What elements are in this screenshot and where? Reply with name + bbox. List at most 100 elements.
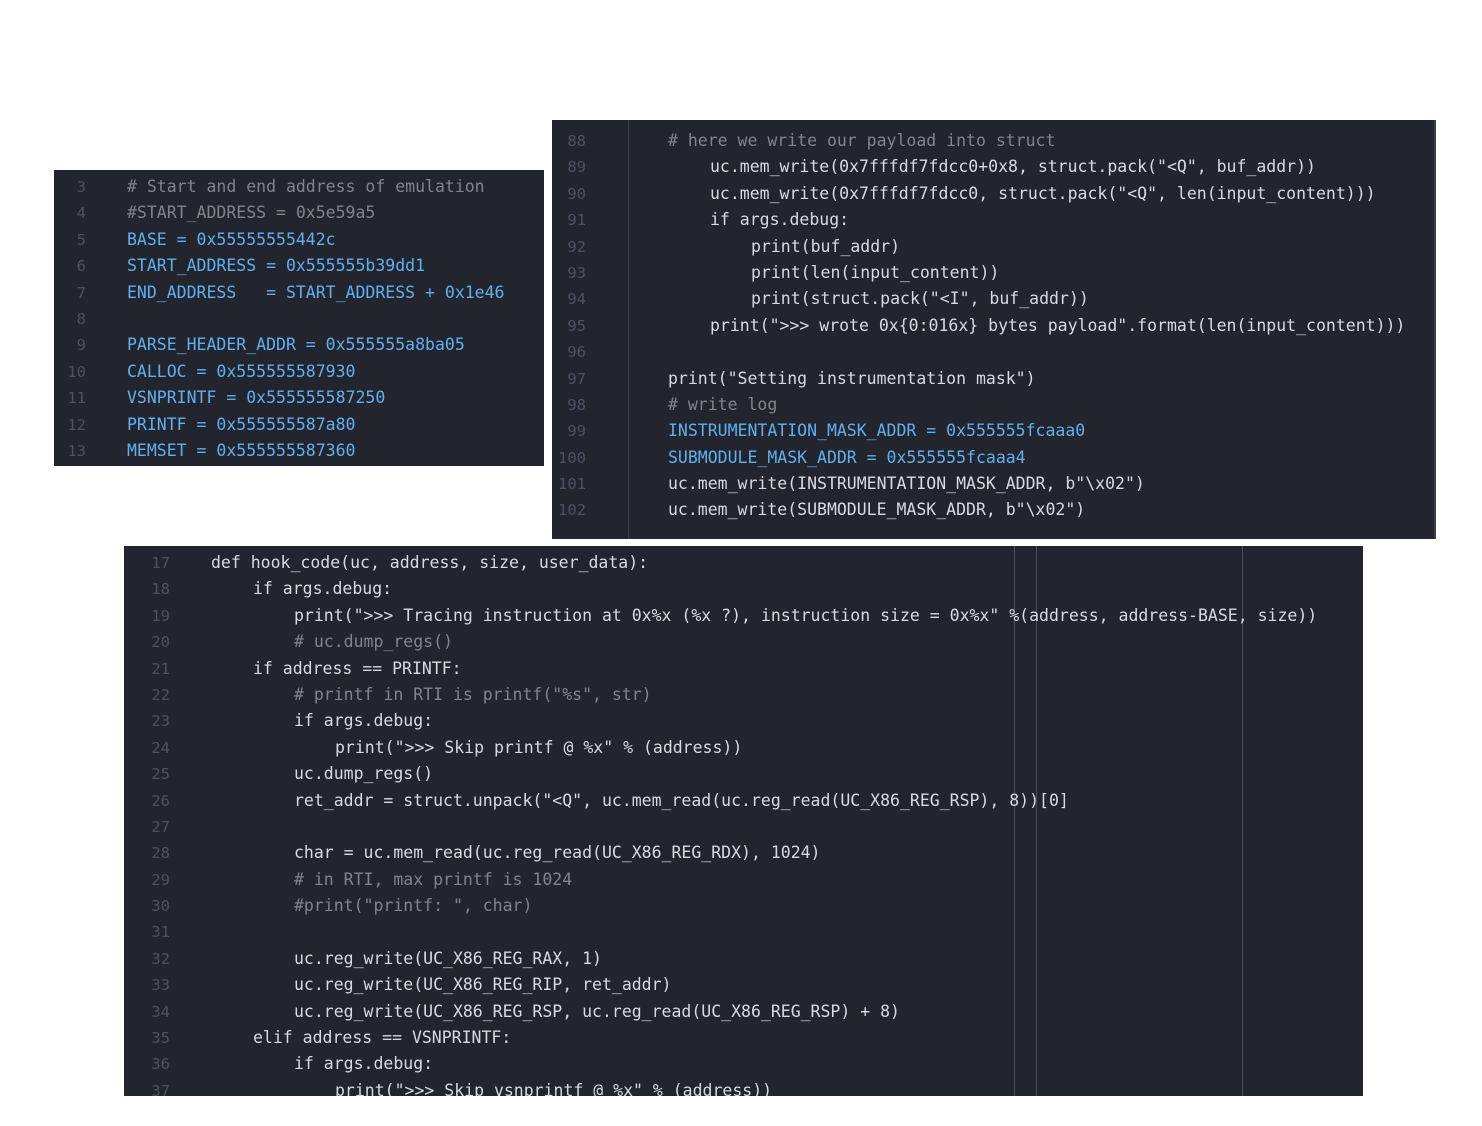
code-line: 30 #print("printf: ", char) xyxy=(124,893,1363,919)
code-line: 5 BASE = 0x55555555442c xyxy=(54,227,544,253)
line-number: 91 xyxy=(567,211,586,230)
code-text: VSNPRINTF = 0x555555587250 xyxy=(127,388,386,408)
code-line: 22 # printf in RTI is printf("%s", str) xyxy=(124,682,1363,708)
code-line: 92 print(buf_addr) xyxy=(552,234,1434,260)
code-text: PARSE_HEADER_ADDR = 0x555555a8ba05 xyxy=(127,335,465,355)
code-line: 20 # uc.dump_regs() xyxy=(124,629,1363,655)
line-number: 97 xyxy=(567,369,586,388)
code-line: 27 xyxy=(124,814,1363,840)
line-number: 24 xyxy=(151,738,170,757)
code-line: 100 SUBMODULE_MASK_ADDR = 0x555555fcaaa4 xyxy=(552,445,1434,471)
code-line: 12 PRINTF = 0x555555587a80 xyxy=(54,412,544,438)
line-number: 93 xyxy=(567,263,586,282)
code-line: 29 # in RTI, max printf is 1024 xyxy=(124,867,1363,893)
line-number: 31 xyxy=(151,923,170,942)
line-number: 99 xyxy=(567,422,586,441)
line-number: 12 xyxy=(67,415,86,434)
code-line: 90 uc.mem_write(0x7fffdf7fdcc0, struct.pa… xyxy=(552,181,1434,207)
line-number: 37 xyxy=(151,1081,170,1096)
code-line: 88 # here we write our payload into struc… xyxy=(552,128,1434,154)
code-text: BASE = 0x55555555442c xyxy=(127,229,336,249)
code-text: # Start and end address of emulation xyxy=(127,177,485,196)
code-text: END_ADDRESS = START_ADDRESS + 0x1e46 xyxy=(127,282,505,302)
code-text: # write log xyxy=(668,394,778,414)
code-snippet-addresses: 3 # Start and end address of emulation 4 #… xyxy=(54,170,544,466)
code-text: # uc.dump_regs() xyxy=(294,632,453,652)
code-line: 34 uc.reg_write(UC_X86_REG_RSP, uc.reg_re… xyxy=(124,999,1363,1025)
code-text: # here we write our payload into struct xyxy=(668,131,1056,150)
code-text: uc.reg_write(UC_X86_REG_RAX, 1) xyxy=(294,948,602,968)
code-line: 3 # Start and end address of emulation xyxy=(54,174,544,200)
code-line: 24 print(">>> Skip printf @ %x" % (addres… xyxy=(124,735,1363,761)
code-text: def hook_code(uc, address, size, user_da… xyxy=(211,553,649,572)
code-text: #START_ADDRESS = 0x5e59a5 xyxy=(127,203,376,223)
code-line: 95 print(">>> wrote 0x{0:016x} bytes payl… xyxy=(552,313,1434,339)
code-line: 99 INSTRUMENTATION_MASK_ADDR = 0x555555fc… xyxy=(552,418,1434,444)
line-number: 3 xyxy=(76,178,86,196)
code-line: 33 uc.reg_write(UC_X86_REG_RIP, ret_addr) xyxy=(124,972,1363,998)
code-text: print(">>> Skip vsnprintf @ %x" % (addre… xyxy=(335,1080,773,1096)
line-number: 19 xyxy=(151,606,170,625)
line-number: 33 xyxy=(151,976,170,995)
code-line: 32 uc.reg_write(UC_X86_REG_RAX, 1) xyxy=(124,946,1363,972)
code-text: print(">>> Tracing instruction at 0x%x (… xyxy=(294,605,1318,625)
line-number: 9 xyxy=(76,336,86,355)
code-line: 18 if args.debug: xyxy=(124,576,1363,602)
code-line: 93 print(len(input_content)) xyxy=(552,260,1434,286)
line-number: 10 xyxy=(67,362,86,381)
code-line: 23 if args.debug: xyxy=(124,708,1363,734)
code-line: 94 print(struct.pack("<I", buf_addr)) xyxy=(552,286,1434,312)
code-snippet-hook-code: 17 def hook_code(uc, address, size, user_… xyxy=(124,546,1363,1096)
line-number: 98 xyxy=(567,395,586,414)
line-number: 8 xyxy=(76,309,86,328)
code-text: ret_addr = struct.unpack("<Q", uc.mem_re… xyxy=(294,790,1069,810)
code-text: uc.dump_regs() xyxy=(294,764,434,784)
line-number: 27 xyxy=(151,817,170,836)
line-number: 90 xyxy=(567,184,586,203)
code-text: if args.debug: xyxy=(294,711,434,731)
line-number: 25 xyxy=(151,765,170,784)
code-line: 98 # write log xyxy=(552,392,1434,418)
code-line: 102 uc.mem_write(SUBMODULE_MASK_ADDR, b"\… xyxy=(552,497,1434,523)
line-number: 7 xyxy=(76,283,86,302)
code-text: print("Setting instrumentation mask") xyxy=(668,368,1036,388)
code-text: if args.debug: xyxy=(294,1054,434,1074)
code-text: INSTRUMENTATION_MASK_ADDR = 0x555555fcaa… xyxy=(668,421,1086,441)
code-text: SUBMODULE_MASK_ADDR = 0x555555fcaaa4 xyxy=(668,447,1026,467)
code-text: uc.reg_write(UC_X86_REG_RIP, ret_addr) xyxy=(294,975,672,995)
code-line: 89 uc.mem_write(0x7fffdf7fdcc0+0x8, struc… xyxy=(552,154,1434,180)
code-snippet-payload: 88 # here we write our payload into struc… xyxy=(552,120,1436,539)
code-text: # in RTI, max printf is 1024 xyxy=(294,869,573,889)
code-text: uc.reg_write(UC_X86_REG_RSP, uc.reg_read… xyxy=(294,1001,900,1021)
code-line: 8 xyxy=(54,306,544,332)
code-line: 6 START_ADDRESS = 0x555555b39dd1 xyxy=(54,253,544,279)
code-text: uc.mem_write(0x7fffdf7fdcc0, struct.pack… xyxy=(710,183,1376,203)
code-line: 101 uc.mem_write(INSTRUMENTATION_MASK_ADD… xyxy=(552,471,1434,497)
code-text: PRINTF = 0x555555587a80 xyxy=(127,414,356,434)
code-line: 9 PARSE_HEADER_ADDR = 0x555555a8ba05 xyxy=(54,332,544,358)
code-text: print(struct.pack("<I", buf_addr)) xyxy=(751,289,1089,309)
code-text: START_ADDRESS = 0x555555b39dd1 xyxy=(127,256,426,276)
code-text: uc.mem_write(INSTRUMENTATION_MASK_ADDR, … xyxy=(668,474,1145,494)
code-text: # printf in RTI is printf("%s", str) xyxy=(294,684,652,704)
line-number: 101 xyxy=(558,475,586,494)
code-line: 17 def hook_code(uc, address, size, user_… xyxy=(124,550,1363,576)
code-text: print(buf_addr) xyxy=(751,236,901,256)
code-text: print(">>> Skip printf @ %x" % (address)… xyxy=(335,737,743,757)
line-number: 94 xyxy=(567,290,586,309)
code-line: 13 MEMSET = 0x555555587360 xyxy=(54,438,544,464)
code-line: 21 if address == PRINTF: xyxy=(124,656,1363,682)
code-text: print(">>> wrote 0x{0:016x} bytes payloa… xyxy=(710,315,1406,335)
line-number: 28 xyxy=(151,844,170,863)
line-number: 6 xyxy=(76,257,86,276)
line-number: 88 xyxy=(567,132,586,150)
line-number: 17 xyxy=(151,554,170,572)
line-number: 21 xyxy=(151,659,170,678)
code-text: #print("printf: ", char) xyxy=(294,896,533,916)
code-text: char = uc.mem_read(uc.reg_read(UC_X86_RE… xyxy=(294,843,821,863)
code-line: 28 char = uc.mem_read(uc.reg_read(UC_X86_… xyxy=(124,840,1363,866)
code-text: print(len(input_content)) xyxy=(751,262,1000,282)
code-line: 10 CALLOC = 0x555555587930 xyxy=(54,359,544,385)
line-number: 92 xyxy=(567,237,586,256)
code-text: CALLOC = 0x555555587930 xyxy=(127,361,356,381)
